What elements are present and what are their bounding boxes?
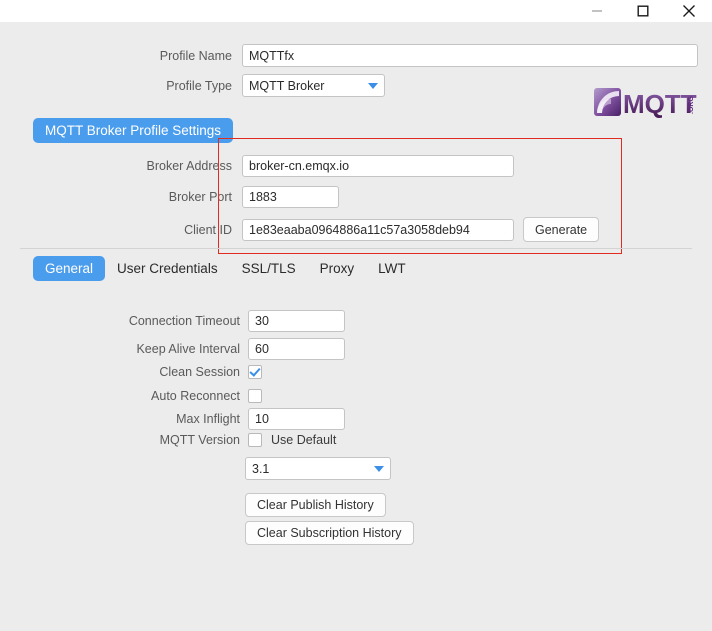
use-default-label: Use Default — [271, 433, 337, 447]
chevron-down-icon — [368, 82, 378, 89]
chevron-down-icon — [374, 465, 384, 472]
mqtt-version-value: 3.1 — [252, 461, 270, 476]
mqtt-logo-svg: MQTT .ORG — [594, 88, 697, 118]
broker-port-label: Broker Port — [168, 190, 232, 204]
minimize-icon[interactable] — [574, 0, 620, 22]
broker-address-row: Broker Address broker-cn.emqx.io — [0, 155, 712, 177]
max-inflight-label: Max Inflight — [176, 412, 240, 426]
svg-text:MQTT: MQTT — [623, 89, 697, 118]
auto-reconnect-checkbox[interactable] — [248, 389, 262, 403]
profile-type-select[interactable]: MQTT Broker — [242, 74, 385, 97]
connection-timeout-input[interactable]: 30 — [248, 310, 345, 332]
broker-port-input[interactable]: 1883 — [242, 186, 339, 208]
tab-ssl-tls[interactable]: SSL/TLS — [230, 256, 308, 281]
client-id-input[interactable]: 1e83eaaba0964886a11c57a3058deb94 — [242, 218, 514, 241]
clear-subscription-history-button[interactable]: Clear Subscription History — [245, 521, 414, 545]
tab-lwt[interactable]: LWT — [366, 256, 418, 281]
clear-publish-history-button[interactable]: Clear Publish History — [245, 493, 386, 517]
maximize-icon[interactable] — [620, 0, 666, 22]
keep-alive-interval-label: Keep Alive Interval — [136, 342, 240, 356]
close-icon[interactable] — [666, 0, 712, 22]
profile-name-input[interactable]: MQTTfx — [242, 44, 698, 67]
keep-alive-interval-row: Keep Alive Interval 60 — [0, 338, 712, 360]
mqtt-org-logo: MQTT .ORG — [594, 86, 702, 118]
broker-address-label: Broker Address — [146, 159, 232, 173]
profile-name-row: Profile Name MQTTfx — [0, 44, 712, 67]
connection-timeout-row: Connection Timeout 30 — [0, 310, 712, 332]
tab-general[interactable]: General — [33, 256, 106, 281]
mqtt-version-row: MQTT Version Use Default — [0, 433, 712, 447]
broker-address-input[interactable]: broker-cn.emqx.io — [242, 155, 514, 177]
broker-port-row: Broker Port 1883 — [0, 186, 712, 208]
profile-type-label: Profile Type — [166, 78, 232, 93]
connection-timeout-label: Connection Timeout — [128, 314, 240, 328]
max-inflight-row: Max Inflight 10 — [0, 408, 712, 430]
use-default-checkbox[interactable] — [248, 433, 262, 447]
window-titlebar — [0, 0, 712, 22]
clean-session-checkbox[interactable] — [248, 365, 262, 379]
keep-alive-interval-input[interactable]: 60 — [248, 338, 345, 360]
tab-proxy[interactable]: Proxy — [308, 256, 367, 281]
clean-session-label: Clean Session — [159, 365, 240, 379]
client-id-label: Client ID — [184, 222, 232, 237]
svg-text:.ORG: .ORG — [688, 96, 695, 114]
tab-user-credentials[interactable]: User Credentials — [105, 256, 230, 281]
mqtt-version-label: MQTT Version — [159, 433, 240, 447]
section-divider — [20, 248, 692, 249]
dialog-body: Profile Name MQTTfx Profile Type MQTT Br… — [0, 22, 712, 631]
settings-tabs: General User Credentials SSL/TLS Proxy L… — [33, 256, 418, 281]
mqtt-version-select[interactable]: 3.1 — [245, 457, 391, 480]
client-id-row: Client ID 1e83eaaba0964886a11c57a3058deb… — [0, 217, 712, 242]
generate-button[interactable]: Generate — [523, 217, 600, 242]
auto-reconnect-label: Auto Reconnect — [151, 389, 240, 403]
auto-reconnect-row: Auto Reconnect — [0, 389, 712, 403]
profile-type-value: MQTT Broker — [249, 78, 325, 93]
clean-session-row: Clean Session — [0, 365, 712, 379]
profile-name-label: Profile Name — [159, 48, 232, 63]
max-inflight-input[interactable]: 10 — [248, 408, 345, 430]
section-badge: MQTT Broker Profile Settings — [33, 118, 234, 143]
